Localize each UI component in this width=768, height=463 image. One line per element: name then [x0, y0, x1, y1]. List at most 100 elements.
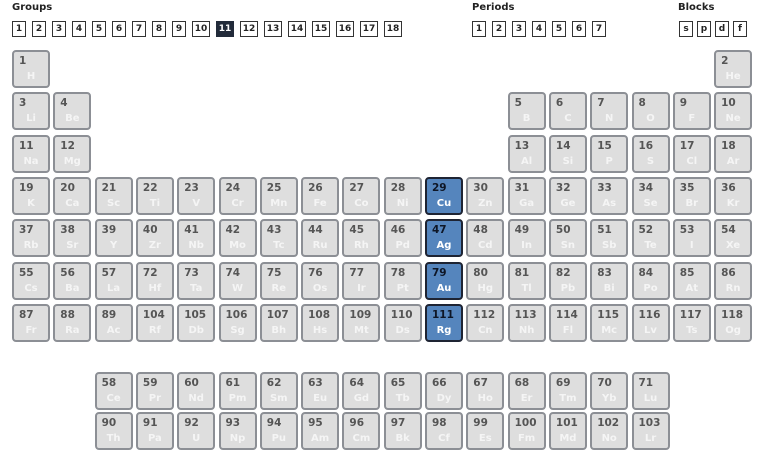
- element-hg[interactable]: 80 Hg: [466, 261, 505, 300]
- element-nd[interactable]: 60 Nd: [177, 372, 216, 410]
- element-mn[interactable]: 25 Mn: [259, 176, 298, 215]
- element-fl[interactable]: 114 Fl: [548, 303, 587, 342]
- element-hf[interactable]: 72 Hf: [135, 261, 174, 300]
- element-bk[interactable]: 97 Bk: [383, 412, 422, 450]
- element-zr[interactable]: 40 Zr: [135, 219, 174, 258]
- element-n[interactable]: 7N: [590, 92, 629, 131]
- element-po[interactable]: 84 Po: [631, 261, 670, 300]
- element-ce[interactable]: 58 Ce: [94, 372, 133, 410]
- block-f-button[interactable]: f: [733, 21, 747, 37]
- element-sb[interactable]: 51 Sb: [590, 219, 629, 258]
- group-16-button[interactable]: 16: [336, 21, 354, 37]
- element-v[interactable]: 23 V: [177, 176, 216, 215]
- element-xe[interactable]: 54 Xe: [714, 219, 753, 258]
- element-ta[interactable]: 73 Ta: [177, 261, 216, 300]
- group-14-button[interactable]: 14: [288, 21, 306, 37]
- element-at[interactable]: 85 At: [672, 261, 711, 300]
- element-sg[interactable]: 106 Sg: [218, 303, 257, 342]
- period-7-button[interactable]: 7: [592, 21, 606, 37]
- element-cm[interactable]: 96 Cm: [342, 412, 381, 450]
- element-mt[interactable]: 109 Mt: [342, 303, 381, 342]
- group-2-button[interactable]: 2: [32, 21, 46, 37]
- element-se[interactable]: 34 Se: [631, 176, 670, 215]
- group-15-button[interactable]: 15: [312, 21, 330, 37]
- element-no[interactable]: 102 No: [590, 412, 629, 450]
- element-te[interactable]: 52 Te: [631, 219, 670, 258]
- element-b[interactable]: 5B: [507, 92, 546, 131]
- element-k[interactable]: 19 K: [12, 176, 50, 215]
- element-ir[interactable]: 77 Ir: [342, 261, 381, 300]
- period-6-button[interactable]: 6: [572, 21, 586, 37]
- element-ra[interactable]: 88 Ra: [53, 303, 92, 342]
- element-na[interactable]: 11 Na: [12, 134, 50, 173]
- element-nb[interactable]: 41 Nb: [177, 219, 216, 258]
- element-th[interactable]: 90 Th: [94, 412, 133, 450]
- element-bi[interactable]: 83 Bi: [590, 261, 629, 300]
- element-pr[interactable]: 59 Pr: [135, 372, 174, 410]
- element-p[interactable]: 15 P: [590, 134, 629, 173]
- period-1-button[interactable]: 1: [472, 21, 486, 37]
- element-la[interactable]: 57 La: [94, 261, 133, 300]
- element-ga[interactable]: 31 Ga: [507, 176, 546, 215]
- block-p-button[interactable]: p: [697, 21, 711, 37]
- element-rh[interactable]: 45 Rh: [342, 219, 381, 258]
- element-db[interactable]: 105 Db: [177, 303, 216, 342]
- element-nh[interactable]: 113 Nh: [507, 303, 546, 342]
- element-ts[interactable]: 117 Ts: [672, 303, 711, 342]
- element-gd[interactable]: 64 Gd: [342, 372, 381, 410]
- element-u[interactable]: 92 U: [177, 412, 216, 450]
- element-ar[interactable]: 18 Ar: [714, 134, 753, 173]
- element-pb[interactable]: 82 Pb: [548, 261, 587, 300]
- element-sr[interactable]: 38 Sr: [53, 219, 92, 258]
- period-3-button[interactable]: 3: [512, 21, 526, 37]
- group-4-button[interactable]: 4: [72, 21, 86, 37]
- element-bh[interactable]: 107 Bh: [259, 303, 298, 342]
- element-ho[interactable]: 67 Ho: [466, 372, 505, 410]
- group-12-button[interactable]: 12: [240, 21, 258, 37]
- element-c[interactable]: 6C: [548, 92, 587, 131]
- element-er[interactable]: 68 Er: [507, 372, 546, 410]
- element-ag[interactable]: 47 Ag: [425, 219, 463, 258]
- element-fr[interactable]: 87 Fr: [12, 303, 50, 342]
- element-si[interactable]: 14 Si: [548, 134, 587, 173]
- group-3-button[interactable]: 3: [52, 21, 66, 37]
- element-ds[interactable]: 110 Ds: [383, 303, 422, 342]
- element-fe[interactable]: 26 Fe: [301, 176, 340, 215]
- group-7-button[interactable]: 7: [132, 21, 146, 37]
- element-lr[interactable]: 103 Lr: [631, 412, 670, 450]
- element-mc[interactable]: 115 Mc: [590, 303, 629, 342]
- element-in[interactable]: 49 In: [507, 219, 546, 258]
- element-rb[interactable]: 37 Rb: [12, 219, 50, 258]
- group-9-button[interactable]: 9: [172, 21, 186, 37]
- element-rf[interactable]: 104 Rf: [135, 303, 174, 342]
- element-zn[interactable]: 30 Zn: [466, 176, 505, 215]
- period-4-button[interactable]: 4: [532, 21, 546, 37]
- element-md[interactable]: 101 Md: [548, 412, 587, 450]
- element-s[interactable]: 16 S: [631, 134, 670, 173]
- element-np[interactable]: 93 Np: [218, 412, 257, 450]
- element-au[interactable]: 79 Au: [425, 261, 463, 300]
- block-s-button[interactable]: s: [679, 21, 693, 37]
- element-sm[interactable]: 62 Sm: [259, 372, 298, 410]
- element-li[interactable]: 3 Li: [12, 92, 50, 131]
- element-ne[interactable]: 10 Ne: [714, 92, 753, 131]
- element-cr[interactable]: 24 Cr: [218, 176, 257, 215]
- group-18-button[interactable]: 18: [384, 21, 402, 37]
- element-mo[interactable]: 42 Mo: [218, 219, 257, 258]
- group-13-button[interactable]: 13: [264, 21, 282, 37]
- element-yb[interactable]: 70 Yb: [590, 372, 629, 410]
- element-hs[interactable]: 108 Hs: [301, 303, 340, 342]
- element-pt[interactable]: 78 Pt: [383, 261, 422, 300]
- element-rg[interactable]: 111 Rg: [425, 303, 463, 342]
- element-am[interactable]: 95 Am: [301, 412, 340, 450]
- element-be[interactable]: 4 Be: [53, 92, 92, 131]
- element-pm[interactable]: 61 Pm: [218, 372, 257, 410]
- element-cl[interactable]: 17 Cl: [672, 134, 711, 173]
- element-re[interactable]: 75 Re: [259, 261, 298, 300]
- group-5-button[interactable]: 5: [92, 21, 106, 37]
- element-tm[interactable]: 69 Tm: [548, 372, 587, 410]
- element-w[interactable]: 74 W: [218, 261, 257, 300]
- element-y[interactable]: 39 Y: [94, 219, 133, 258]
- element-cu[interactable]: 29 Cu: [425, 176, 463, 215]
- element-ni[interactable]: 28 Ni: [383, 176, 422, 215]
